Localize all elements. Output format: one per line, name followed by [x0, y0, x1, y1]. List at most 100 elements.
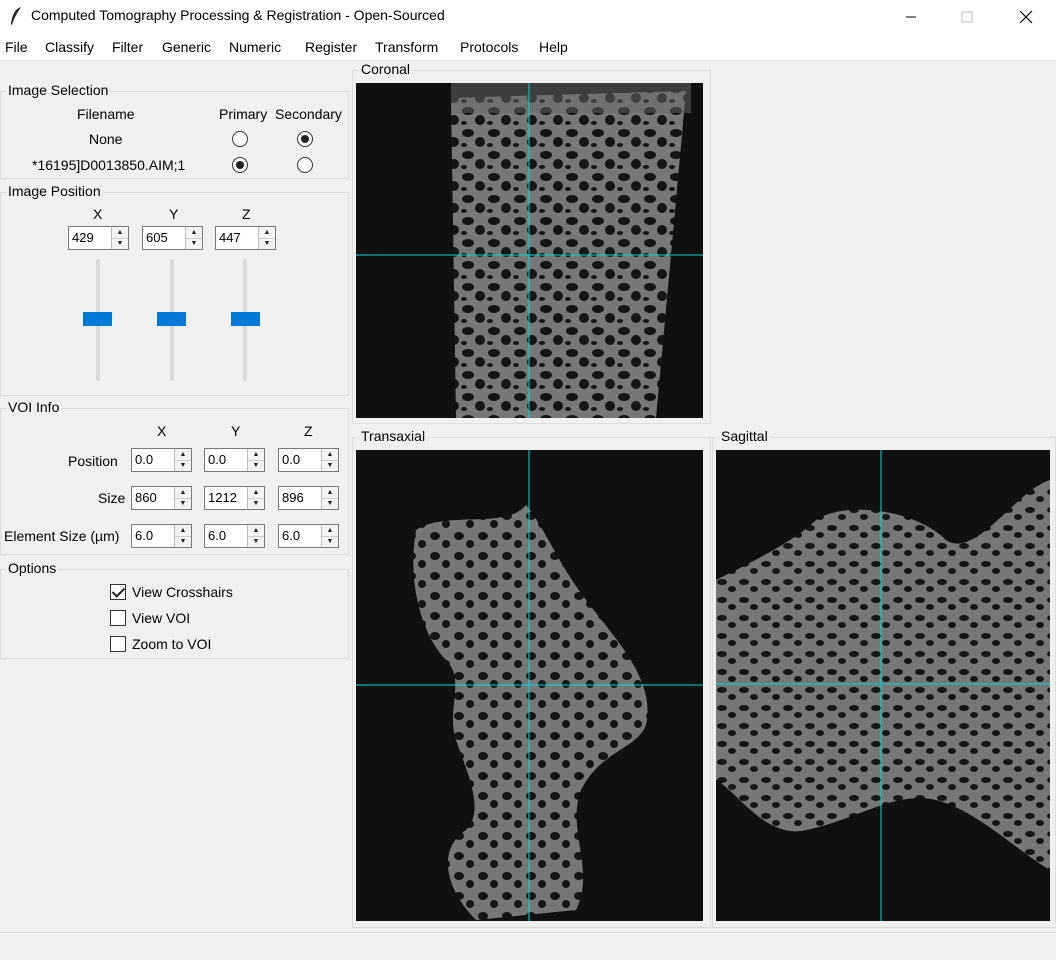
position-z-slider-thumb[interactable] [231, 312, 260, 326]
spin-down-icon[interactable]: ▼ [248, 461, 264, 472]
spin-up-icon[interactable]: ▲ [322, 449, 338, 461]
voi-element-z-value: 6.0 [282, 528, 301, 543]
coronal-view[interactable] [356, 83, 703, 418]
voi-position-y-value: 0.0 [208, 452, 227, 467]
spin-up-icon[interactable]: ▲ [175, 449, 191, 461]
voi-y-label: Y [231, 423, 241, 439]
sagittal-label: Sagittal [719, 428, 770, 444]
position-y-slider-thumb[interactable] [157, 312, 186, 326]
menu-protocols[interactable]: Protocols [460, 39, 518, 55]
voi-position-x-value: 0.0 [135, 452, 154, 467]
voi-size-x-spinbox[interactable]: 860 ▲ ▼ [131, 486, 192, 510]
voi-element-x-value: 6.0 [135, 528, 154, 543]
image-position-label: Image Position [6, 183, 103, 199]
voi-element-size-label: Element Size (µm) [4, 528, 120, 544]
maximize-icon [961, 11, 973, 22]
voi-size-z-spinbox[interactable]: 896 ▲ ▼ [278, 486, 339, 510]
view-voi-checkbox[interactable] [110, 610, 126, 626]
position-y-label: Y [169, 206, 179, 222]
spin-down-icon[interactable]: ▼ [322, 461, 338, 472]
spin-down-icon[interactable]: ▼ [259, 239, 275, 250]
sagittal-view[interactable] [716, 450, 1050, 921]
voi-element-y-spinbox[interactable]: 6.0 ▲ ▼ [204, 524, 265, 548]
menu-bar: File Classify Filter Generic Numeric Reg… [0, 33, 1056, 61]
menu-classify[interactable]: Classify [45, 39, 94, 55]
voi-position-y-spinbox[interactable]: 0.0 ▲ ▼ [204, 448, 265, 472]
voi-size-x-value: 860 [135, 490, 157, 505]
zoom-to-voi-checkbox[interactable] [110, 636, 126, 652]
position-z-value: 447 [219, 230, 241, 245]
options-label: Options [6, 560, 59, 576]
spin-down-icon[interactable]: ▼ [322, 499, 338, 510]
spin-up-icon[interactable]: ▲ [322, 487, 338, 499]
spin-up-icon[interactable]: ▲ [112, 227, 128, 239]
voi-info-label: VOI Info [6, 399, 62, 415]
spin-up-icon[interactable]: ▲ [175, 487, 191, 499]
menu-help[interactable]: Help [539, 39, 568, 55]
menu-transform[interactable]: Transform [375, 39, 438, 55]
close-button[interactable] [1003, 0, 1049, 33]
voi-position-z-spinbox[interactable]: 0.0 ▲ ▼ [278, 448, 339, 472]
position-x-value: 429 [72, 230, 94, 245]
secondary-radio-1[interactable] [297, 157, 313, 173]
menu-filter[interactable]: Filter [112, 39, 143, 55]
voi-size-y-spinbox[interactable]: 1212 ▲ ▼ [204, 486, 265, 510]
transaxial-view[interactable] [356, 450, 703, 921]
spin-down-icon[interactable]: ▼ [112, 239, 128, 250]
menu-numeric[interactable]: Numeric [229, 39, 281, 55]
position-x-label: X [93, 206, 103, 222]
spin-up-icon[interactable]: ▲ [186, 227, 202, 239]
voi-position-x-spinbox[interactable]: 0.0 ▲ ▼ [131, 448, 192, 472]
spin-down-icon[interactable]: ▼ [175, 537, 191, 548]
spin-down-icon[interactable]: ▼ [248, 499, 264, 510]
voi-element-z-spinbox[interactable]: 6.0 ▲ ▼ [278, 524, 339, 548]
voi-size-label: Size [98, 490, 126, 506]
spin-down-icon[interactable]: ▼ [175, 499, 191, 510]
primary-radio-0[interactable] [232, 131, 248, 147]
transaxial-label: Transaxial [359, 428, 428, 444]
window-title: Computed Tomography Processing & Registr… [31, 7, 445, 23]
view-voi-label[interactable]: View VOI [132, 610, 190, 626]
coronal-label: Coronal [359, 61, 413, 77]
position-z-label: Z [242, 206, 251, 222]
primary-header: Primary [219, 106, 268, 122]
zoom-to-voi-label[interactable]: Zoom to VOI [132, 636, 211, 652]
view-crosshairs-label[interactable]: View Crosshairs [132, 584, 233, 600]
spin-down-icon[interactable]: ▼ [322, 537, 338, 548]
voi-size-z-value: 896 [282, 490, 304, 505]
spin-up-icon[interactable]: ▲ [248, 525, 264, 537]
position-y-spinbox[interactable]: 605 ▲ ▼ [142, 226, 203, 250]
position-z-spinbox[interactable]: 447 ▲ ▼ [215, 226, 276, 250]
feather-app-icon [11, 7, 21, 25]
spin-down-icon[interactable]: ▼ [186, 239, 202, 250]
spin-up-icon[interactable]: ▲ [248, 487, 264, 499]
voi-element-x-spinbox[interactable]: 6.0 ▲ ▼ [131, 524, 192, 548]
maximize-button[interactable] [944, 0, 990, 33]
menu-register[interactable]: Register [305, 39, 357, 55]
secondary-radio-0[interactable] [297, 131, 313, 147]
voi-z-label: Z [304, 423, 313, 439]
voi-x-label: X [157, 423, 167, 439]
image-position-group [0, 192, 349, 396]
image-selection-label: Image Selection [6, 82, 111, 98]
menu-generic[interactable]: Generic [162, 39, 211, 55]
position-x-spinbox[interactable]: 429 ▲ ▼ [68, 226, 129, 250]
spin-up-icon[interactable]: ▲ [259, 227, 275, 239]
secondary-header: Secondary [275, 106, 342, 122]
status-bar [0, 932, 1056, 960]
primary-radio-1[interactable] [232, 157, 248, 173]
spin-down-icon[interactable]: ▼ [175, 461, 191, 472]
filename-row-1: *16195]D0013850.AIM;1 [32, 157, 186, 173]
menu-file[interactable]: File [5, 39, 28, 55]
view-crosshairs-checkbox[interactable] [110, 584, 126, 600]
spin-down-icon[interactable]: ▼ [248, 537, 264, 548]
voi-element-y-value: 6.0 [208, 528, 227, 543]
position-x-slider-thumb[interactable] [83, 312, 112, 326]
spin-up-icon[interactable]: ▲ [248, 449, 264, 461]
spin-up-icon[interactable]: ▲ [322, 525, 338, 537]
sagittal-scan-image [716, 450, 1050, 921]
title-bar: Computed Tomography Processing & Registr… [0, 0, 1056, 33]
minimize-button[interactable] [888, 0, 934, 33]
spin-up-icon[interactable]: ▲ [175, 525, 191, 537]
minimize-icon [906, 16, 916, 17]
